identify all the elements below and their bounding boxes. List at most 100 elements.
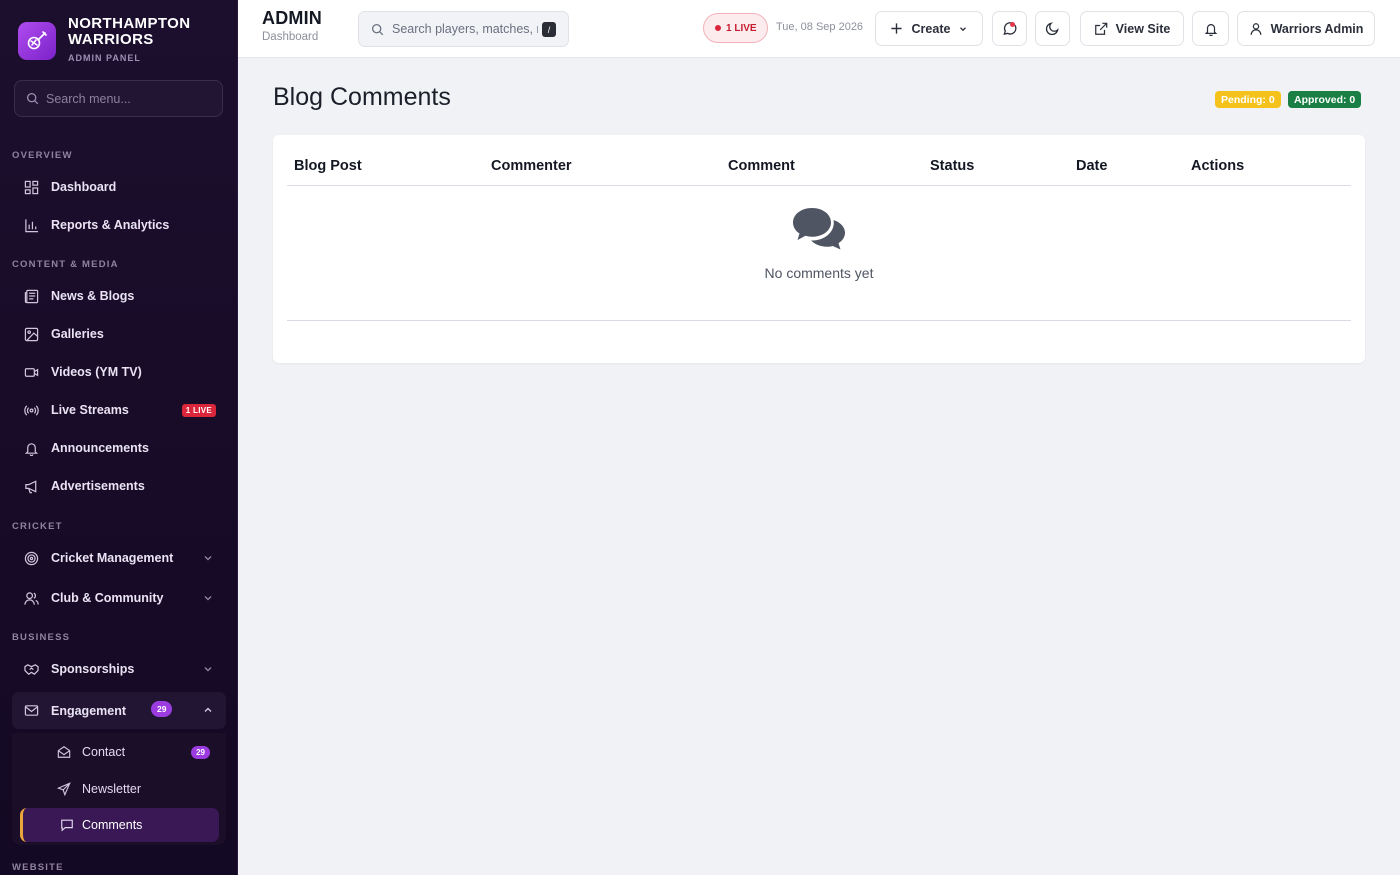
subnav-label: Contact	[82, 745, 126, 759]
create-label: Create	[911, 21, 951, 36]
topbar: ADMIN Dashboard / 1 LIVE Tue, 08 Sep 202…	[238, 0, 1400, 58]
chevron-down-icon	[204, 596, 212, 601]
live-indicator[interactable]: 1 LIVE	[703, 13, 768, 43]
engagement-submenu: Contact 29 Newsletter Comments	[12, 733, 226, 845]
nav-label: Live Streams	[51, 403, 129, 417]
subnav-label: Newsletter	[82, 782, 142, 796]
nav-item-videos[interactable]: Videos (YM TV)	[12, 355, 226, 389]
nav-item-advertisements[interactable]: Advertisements	[12, 469, 226, 503]
nav-label: Galleries	[51, 327, 104, 341]
nav-item-live-streams[interactable]: Live Streams 1 LIVE	[12, 393, 226, 427]
nav-item-sponsorships[interactable]: Sponsorships	[12, 652, 226, 686]
search-icon	[26, 92, 39, 105]
view-site-button[interactable]: View Site	[1080, 11, 1184, 46]
view-site-label: View Site	[1115, 21, 1171, 36]
create-button[interactable]: Create	[875, 11, 983, 46]
global-search[interactable]: /	[358, 11, 569, 47]
nav-label: Advertisements	[51, 479, 145, 493]
table-footer-divider	[287, 320, 1351, 321]
brand-name: NORTHAMPTON WARRIORS	[68, 15, 191, 48]
newspaper-icon	[23, 288, 39, 304]
column-header-date[interactable]: Date	[1076, 158, 1107, 174]
brand-logo-icon	[18, 22, 56, 60]
message-square-icon	[61, 819, 73, 832]
section-label-business: BUSINESS	[12, 632, 71, 643]
section-label-overview: OVERVIEW	[12, 150, 73, 161]
column-header-comment[interactable]: Comment	[728, 158, 795, 174]
menu-search[interactable]	[14, 80, 223, 117]
section-label-content: CONTENT & MEDIA	[12, 259, 119, 270]
comments-icon	[793, 208, 845, 250]
user-icon	[1250, 22, 1262, 35]
external-link-icon	[1094, 22, 1107, 35]
megaphone-icon	[23, 478, 39, 494]
subnav-item-contact[interactable]: Contact 29	[20, 735, 219, 769]
video-icon	[23, 364, 39, 380]
current-date: Tue, 08 Sep 2026	[776, 21, 864, 33]
bell-icon	[1204, 23, 1217, 36]
live-label: 1 LIVE	[726, 22, 757, 34]
live-badge: 1 LIVE	[181, 404, 216, 417]
target-icon	[23, 550, 39, 566]
engagement-count-badge: 29	[151, 701, 173, 717]
nav-item-news[interactable]: News & Blogs	[12, 279, 226, 313]
brand-subtitle: ADMIN PANEL	[68, 53, 141, 63]
bell-icon	[23, 440, 39, 456]
envelope-open-icon	[57, 746, 71, 758]
bar-chart-icon	[23, 217, 39, 233]
user-menu-button[interactable]: Warriors Admin	[1237, 11, 1375, 46]
empty-state-message: No comments yet	[764, 265, 874, 281]
nav-label: Cricket Management	[51, 551, 174, 565]
messages-button[interactable]	[992, 11, 1027, 46]
subnav-item-newsletter[interactable]: Newsletter	[20, 772, 219, 806]
image-icon	[23, 326, 39, 342]
contact-count-badge: 29	[191, 746, 210, 759]
chevron-down-icon	[204, 667, 212, 672]
column-header-commenter[interactable]: Commenter	[491, 158, 572, 174]
live-dot-icon	[715, 25, 721, 31]
nav-label: Dashboard	[51, 180, 117, 194]
users-icon	[23, 590, 39, 606]
nav-item-galleries[interactable]: Galleries	[12, 317, 226, 351]
page-title: Blog Comments	[273, 83, 451, 111]
nav-label: Videos (YM TV)	[51, 365, 142, 379]
plus-icon	[890, 23, 902, 34]
section-label-cricket: CRICKET	[12, 521, 63, 532]
column-header-actions[interactable]: Actions	[1191, 158, 1244, 174]
notification-dot-icon	[1010, 22, 1015, 27]
topbar-title: ADMIN	[262, 8, 322, 28]
broadcast-icon	[23, 402, 39, 418]
chevron-down-icon	[960, 26, 967, 31]
global-search-input[interactable]	[392, 22, 538, 36]
notifications-button[interactable]	[1192, 11, 1229, 46]
menu-search-input[interactable]	[46, 91, 206, 106]
nav-label: Sponsorships	[51, 662, 135, 676]
moon-icon	[1045, 22, 1059, 36]
search-icon	[371, 23, 384, 35]
section-label-website: WEBSITE	[12, 862, 64, 873]
nav-label: Engagement	[51, 703, 127, 718]
dashboard-icon	[23, 179, 39, 195]
nav-item-dashboard[interactable]: Dashboard	[12, 170, 226, 204]
nav-item-engagement[interactable]: Engagement 29	[12, 692, 226, 729]
sidebar: NORTHAMPTON WARRIORS ADMIN PANEL OVERVIE…	[0, 0, 238, 875]
subnav-label: Comments	[82, 818, 143, 832]
nav-item-club-community[interactable]: Club & Community	[12, 581, 226, 615]
nav-item-reports[interactable]: Reports & Analytics	[12, 208, 226, 242]
column-header-status[interactable]: Status	[930, 158, 974, 174]
brand[interactable]: NORTHAMPTON WARRIORS ADMIN PANEL	[18, 16, 228, 64]
approved-count-badge: Approved: 0	[1288, 91, 1362, 108]
theme-toggle-button[interactable]	[1035, 11, 1070, 46]
handshake-icon	[23, 661, 39, 677]
user-name: Warriors Admin	[1270, 21, 1364, 36]
nav-label: News & Blogs	[51, 289, 135, 303]
subnav-item-comments[interactable]: Comments	[20, 808, 219, 842]
table-header-divider	[287, 185, 1351, 186]
send-icon	[57, 782, 71, 796]
nav-item-cricket-management[interactable]: Cricket Management	[12, 541, 226, 575]
column-header-blog-post[interactable]: Blog Post	[294, 158, 362, 174]
search-shortcut-key: /	[542, 22, 556, 37]
topbar-subtitle: Dashboard	[262, 31, 319, 43]
nav-item-announcements[interactable]: Announcements	[12, 431, 226, 465]
nav-label: Announcements	[51, 441, 149, 455]
